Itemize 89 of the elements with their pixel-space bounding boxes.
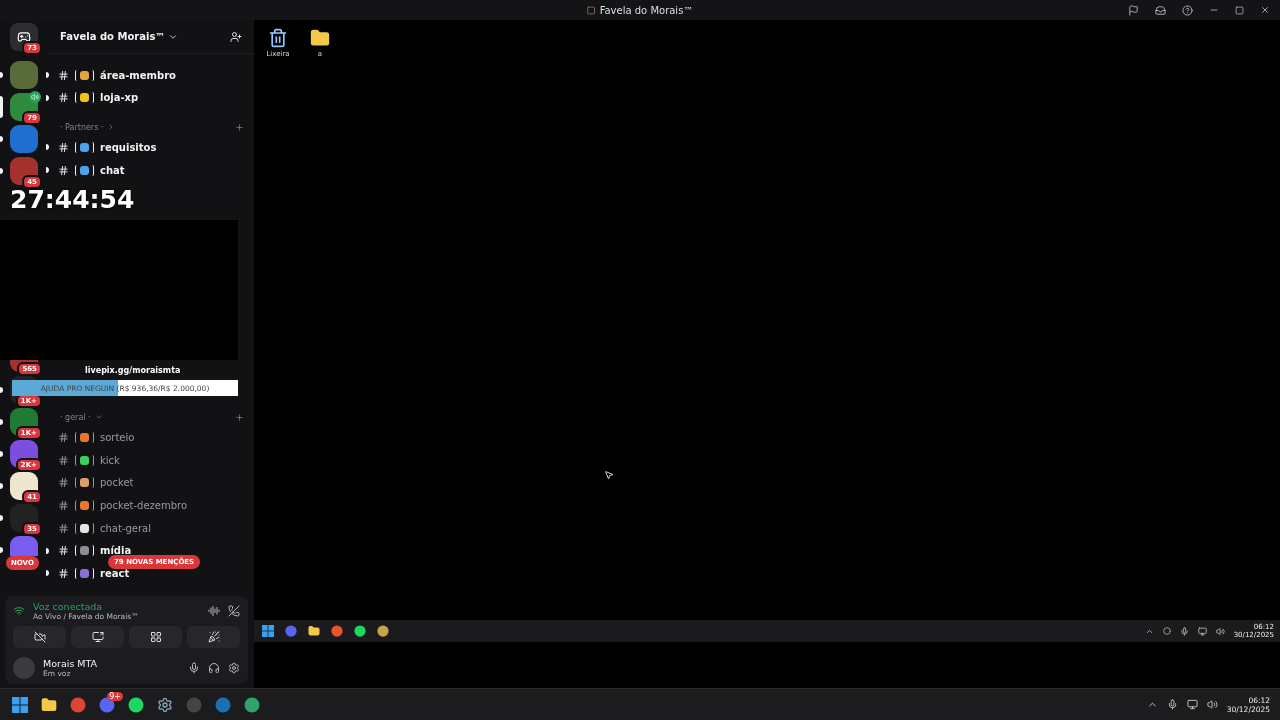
network-icon[interactable] xyxy=(1197,626,1207,636)
soundboard-button[interactable] xyxy=(187,626,240,648)
mic-icon[interactable] xyxy=(188,662,200,674)
hash-icon xyxy=(58,567,69,579)
unread-indicator xyxy=(46,570,49,577)
folder-icon[interactable] xyxy=(308,625,320,637)
hash-icon xyxy=(58,164,69,176)
channel-name[interactable]: chat-geral xyxy=(100,522,151,534)
app-icon xyxy=(586,5,596,15)
app-icon[interactable] xyxy=(244,696,260,713)
channel-name[interactable]: área-membro xyxy=(100,69,176,81)
mouse-cursor-icon xyxy=(604,470,614,480)
settings-icon[interactable] xyxy=(157,696,173,713)
windows-logo-icon[interactable] xyxy=(262,625,274,637)
folder-icon[interactable] xyxy=(310,28,330,48)
server-icon[interactable] xyxy=(10,61,38,89)
channel-name[interactable]: chat xyxy=(100,164,125,176)
server-name[interactable]: Favela do Morais™ xyxy=(60,31,166,42)
unread-indicator xyxy=(0,515,3,521)
unread-indicator xyxy=(46,547,49,554)
help-icon[interactable] xyxy=(1182,4,1193,16)
network-icon[interactable] xyxy=(1186,699,1198,710)
unread-indicator xyxy=(0,72,3,78)
tray-icon[interactable] xyxy=(1162,627,1171,635)
channel-name[interactable]: requisitos xyxy=(100,142,157,153)
camera-button[interactable] xyxy=(13,626,66,648)
windows-logo-icon[interactable] xyxy=(12,696,28,713)
channel-name[interactable]: mídia xyxy=(100,545,132,557)
folder-icon[interactable] xyxy=(41,696,57,713)
selected-indicator xyxy=(0,96,3,118)
unread-indicator xyxy=(0,451,3,457)
sound-wave-icon[interactable] xyxy=(208,605,220,617)
channel-name[interactable]: react xyxy=(100,567,130,579)
hash-icon xyxy=(58,522,69,534)
hash-icon xyxy=(58,499,69,511)
unread-indicator xyxy=(0,168,3,174)
category-label[interactable]: · Partners · xyxy=(60,122,104,132)
channel-name[interactable]: sorteio xyxy=(100,432,135,444)
window-title: Favela do Morais™ xyxy=(599,4,694,16)
hang-up-icon[interactable] xyxy=(228,605,240,617)
add-channel-icon[interactable] xyxy=(235,412,244,422)
unread-indicator xyxy=(46,72,49,79)
controller-icon xyxy=(17,30,31,44)
add-channel-icon[interactable] xyxy=(235,122,244,132)
inbox-icon[interactable] xyxy=(1155,4,1166,16)
volume-icon[interactable] xyxy=(1206,699,1218,710)
mic-icon[interactable] xyxy=(1166,699,1178,710)
flag-icon[interactable] xyxy=(1128,4,1139,16)
unread-indicator xyxy=(46,144,49,151)
headphones-icon[interactable] xyxy=(208,662,220,674)
invite-icon[interactable] xyxy=(230,30,242,43)
unread-indicator xyxy=(0,136,3,142)
hash-icon xyxy=(58,92,69,104)
party-popper-icon xyxy=(207,631,220,643)
unread-indicator xyxy=(0,419,3,425)
settings-icon[interactable] xyxy=(228,662,240,674)
speaker-icon xyxy=(29,91,41,103)
user-name: Morais MTA xyxy=(43,658,99,669)
notification-badge: 9+ xyxy=(107,691,123,701)
channel-name[interactable]: pocket xyxy=(100,477,134,489)
grid-icon xyxy=(149,631,162,643)
hash-icon xyxy=(58,454,69,466)
unread-indicator xyxy=(46,94,49,101)
trash-icon[interactable] xyxy=(268,28,288,48)
screen-share-icon xyxy=(91,631,104,643)
hash-icon xyxy=(58,142,69,153)
unread-indicator xyxy=(46,167,49,174)
unread-indicator xyxy=(0,547,3,553)
unread-indicator xyxy=(0,387,3,393)
mic-icon[interactable] xyxy=(1179,626,1189,636)
hash-icon xyxy=(58,477,69,489)
channel-name[interactable]: loja-xp xyxy=(100,92,139,104)
channel-name[interactable]: kick xyxy=(100,454,120,466)
voice-status: Voz conectada xyxy=(33,601,104,612)
hash-icon xyxy=(58,545,69,557)
camera-off-icon xyxy=(33,631,46,643)
channel-name[interactable]: pocket-dezembro xyxy=(100,499,188,511)
server-icon[interactable] xyxy=(10,536,38,556)
category-label[interactable]: · geral · xyxy=(60,412,91,422)
activities-button[interactable] xyxy=(129,626,182,648)
hash-icon xyxy=(58,69,69,81)
signal-icon xyxy=(13,605,25,617)
hash-icon xyxy=(58,432,69,444)
close-icon[interactable] xyxy=(1260,5,1270,15)
unread-indicator xyxy=(0,483,3,489)
volume-icon[interactable] xyxy=(1215,626,1225,636)
screen-share-button[interactable] xyxy=(71,626,124,648)
server-icon[interactable] xyxy=(10,125,38,153)
maximize-icon[interactable] xyxy=(1235,5,1244,15)
